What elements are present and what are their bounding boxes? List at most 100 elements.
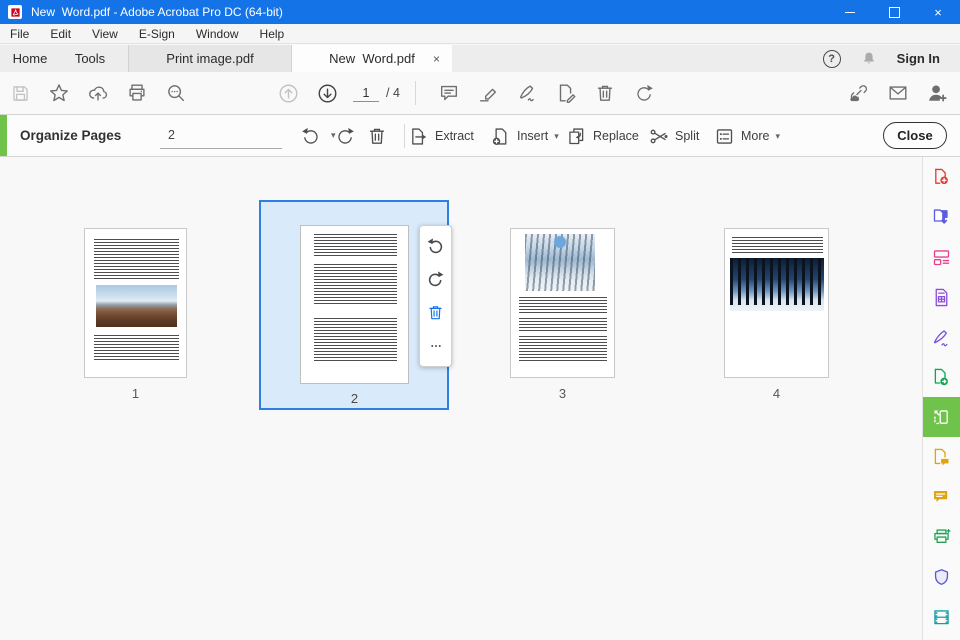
page-2-caption: 2 (350, 391, 359, 406)
menu-view[interactable]: View (92, 27, 118, 41)
menu-window[interactable]: Window (196, 27, 239, 41)
organize-divider (404, 124, 405, 148)
tab-bar: Home Tools Print image.pdf New Word.pdf … (0, 45, 960, 72)
more-button[interactable]: More ▾ (714, 119, 784, 153)
protect-icon[interactable] (923, 557, 960, 597)
page-thumbnail-3[interactable] (510, 228, 615, 378)
tools-sidebar (922, 157, 960, 640)
organize-toolbar: Organize Pages ▾ Extract Insert ▾ Replac… (0, 115, 960, 157)
search-button[interactable] (159, 76, 193, 110)
close-window-button[interactable]: × (916, 0, 960, 24)
menu-esign[interactable]: E-Sign (139, 27, 175, 41)
more-options-icon[interactable] (423, 333, 449, 359)
page-3-caption: 3 (558, 386, 567, 401)
help-icon[interactable]: ? (822, 49, 841, 68)
comment-icon[interactable] (923, 477, 960, 517)
page-actions-toolbar (419, 225, 452, 367)
highlight-button[interactable] (471, 76, 505, 110)
add-comment-button[interactable] (432, 76, 466, 110)
insert-label: Insert (517, 129, 549, 143)
title-bar: New Word.pdf - Adobe Acrobat Pro DC (64-… (0, 0, 960, 24)
share-link-button[interactable] (842, 76, 876, 110)
save-button[interactable] (3, 76, 37, 110)
more-caret-icon: ▾ (775, 130, 781, 141)
page1-text-block (94, 335, 179, 361)
page1-text-block (94, 239, 179, 279)
extract-button[interactable]: Extract (408, 119, 474, 153)
print-production-icon[interactable] (923, 517, 960, 557)
page4-forest-photo (730, 258, 824, 311)
edit-pdf-button[interactable] (549, 76, 583, 110)
page4-text-block (732, 237, 823, 254)
page1-canyon-photo (96, 285, 177, 327)
tab-home[interactable]: Home (0, 45, 60, 72)
menu-bar: File Edit View E-Sign Window Help (0, 24, 960, 44)
page-thumbnail-1[interactable] (84, 228, 187, 378)
delete-pages-button[interactable] (360, 119, 394, 153)
rotate-right-icon[interactable] (423, 267, 449, 293)
organize-accent-bar (0, 115, 7, 156)
delete-button[interactable] (588, 76, 622, 110)
page-number-box: / 4 (353, 84, 400, 102)
page2-text-block (314, 234, 397, 258)
tab-print-image-pdf[interactable]: Print image.pdf (128, 45, 292, 72)
delete-page-icon[interactable] (423, 300, 449, 326)
notifications-bell-icon[interactable] (860, 50, 878, 68)
export-pdf-icon[interactable] (923, 197, 960, 237)
menu-help[interactable]: Help (260, 27, 285, 41)
rotate-clockwise-button[interactable] (627, 76, 661, 110)
tab-tools[interactable]: Tools (60, 45, 120, 72)
page-range-box[interactable]: ▾ (160, 122, 336, 149)
menu-file[interactable]: File (10, 27, 29, 41)
menu-edit[interactable]: Edit (50, 27, 71, 41)
split-button[interactable]: Split (648, 119, 699, 153)
close-tab-icon[interactable]: × (433, 52, 440, 66)
share-cloud-button[interactable] (81, 76, 115, 110)
close-organize-button[interactable]: Close (883, 122, 947, 149)
page-thumbnail-4[interactable] (724, 228, 829, 378)
minimize-button[interactable] (828, 0, 872, 24)
page-2-selection[interactable]: 2 (259, 200, 452, 410)
fill-sign-button[interactable] (510, 76, 544, 110)
rotate-left-icon[interactable] (423, 234, 449, 260)
print-button[interactable] (120, 76, 154, 110)
next-page-button[interactable] (310, 76, 344, 110)
page-number-input[interactable] (353, 84, 379, 102)
page3-text-block (519, 297, 607, 313)
organize-pages-icon[interactable] (923, 397, 960, 437)
page2-text-block (314, 264, 397, 306)
scan-ocr-icon[interactable] (923, 277, 960, 317)
maximize-button[interactable] (872, 0, 916, 24)
rich-media-icon[interactable] (923, 597, 960, 637)
tab-new-word-pdf[interactable]: New Word.pdf × (292, 45, 452, 72)
page-thumbnails-area: 1 2 3 4 (0, 157, 922, 632)
page-thumbnail-2[interactable] (300, 225, 409, 384)
previous-page-button[interactable] (271, 76, 305, 110)
minimize-icon (845, 11, 855, 13)
toolbar-divider (414, 81, 416, 105)
organize-title: Organize Pages (20, 128, 122, 143)
page3-text-block (519, 318, 607, 331)
page3-text-block (519, 336, 607, 362)
replace-button[interactable]: Replace (566, 119, 639, 153)
rotate-clockwise-button-organize[interactable] (328, 119, 362, 153)
fill-sign-icon[interactable] (923, 317, 960, 357)
sign-in-button[interactable]: Sign In (897, 51, 940, 66)
star-favorite-button[interactable] (42, 76, 76, 110)
split-label: Split (675, 129, 700, 143)
edit-pdf-icon[interactable] (923, 237, 960, 277)
rotate-counterclockwise-button[interactable] (293, 119, 327, 153)
active-tab-label: New Word.pdf (329, 51, 415, 66)
add-user-button[interactable] (920, 76, 954, 110)
more-label: More (741, 129, 770, 143)
insert-button[interactable]: Insert ▾ (490, 119, 563, 153)
acrobat-window: New Word.pdf - Adobe Acrobat Pro DC (64-… (0, 0, 960, 640)
export-file-icon[interactable] (923, 357, 960, 397)
request-signatures-icon[interactable] (923, 437, 960, 477)
replace-label: Replace (593, 129, 639, 143)
tabbar-right-group: ? Sign In (822, 45, 960, 72)
email-button[interactable] (881, 76, 915, 110)
forest-trunks (730, 258, 824, 305)
maximize-icon (888, 6, 900, 18)
create-pdf-icon[interactable] (923, 157, 960, 197)
